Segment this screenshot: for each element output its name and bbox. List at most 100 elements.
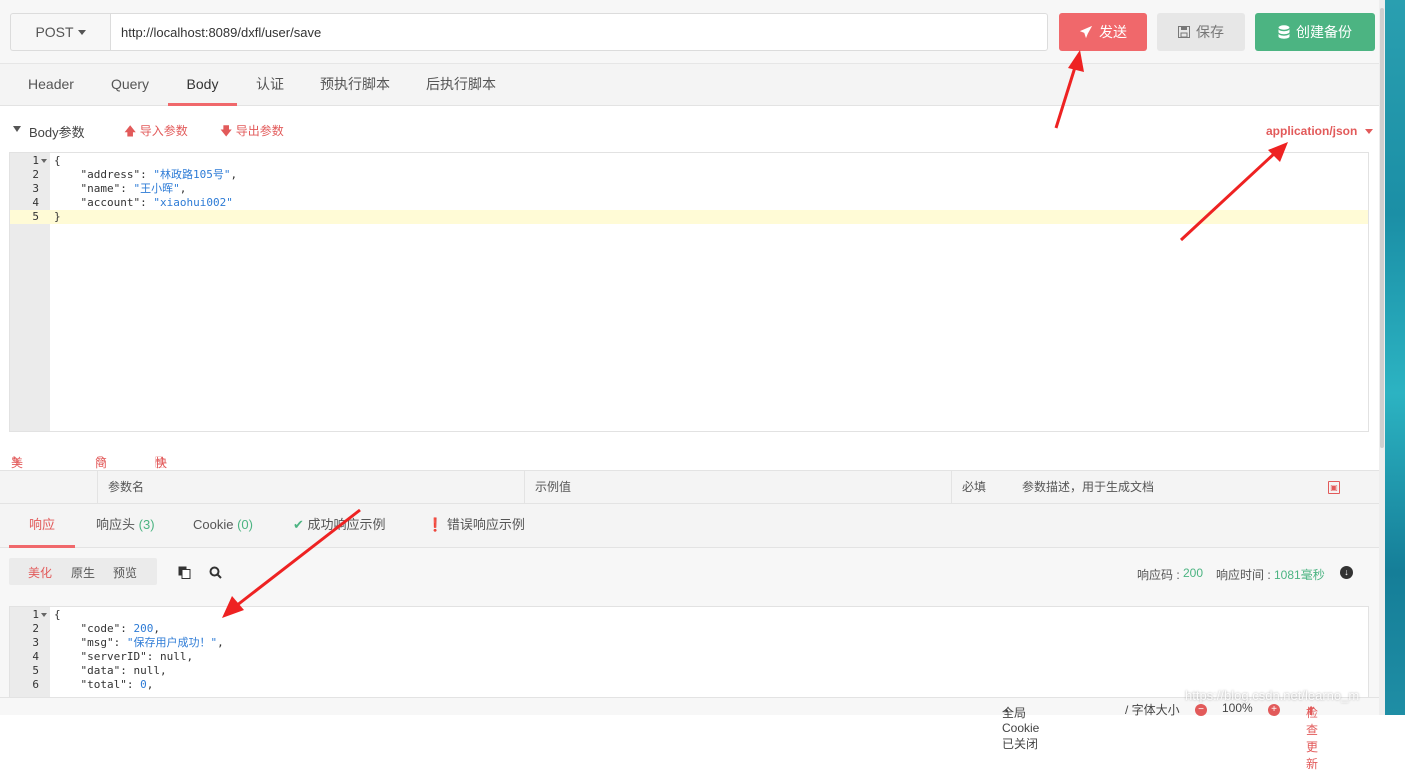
- paper-plane-icon: [1079, 25, 1093, 39]
- json-key: "serverID": [80, 650, 147, 663]
- code-line: 3 "name": "王小晖",: [10, 182, 1368, 196]
- save-label: 保存: [1196, 24, 1224, 40]
- json-value: "林政路105号": [153, 168, 231, 181]
- error-example-label: 错误响应示例: [446, 517, 525, 532]
- json-brace: {: [54, 154, 61, 167]
- line-number: 3: [32, 636, 39, 649]
- code-text: "name": "王小晖",: [80, 182, 187, 195]
- backup-label: 创建备份: [1296, 24, 1352, 40]
- tab-auth[interactable]: 认证: [248, 64, 292, 106]
- success-example-label: 成功响应示例: [307, 517, 386, 532]
- tab-pre-script[interactable]: 预执行脚本: [312, 64, 398, 106]
- code-line: 2 "address": "林政路105号",: [10, 168, 1368, 182]
- code-text: {: [54, 154, 61, 168]
- code-text: "data": null,: [80, 664, 167, 677]
- send-button[interactable]: 发送: [1059, 13, 1147, 51]
- line-number: 1: [32, 154, 39, 167]
- json-key: "total": [80, 678, 127, 691]
- create-backup-button[interactable]: 创建备份: [1255, 13, 1375, 51]
- tab-header[interactable]: Header: [20, 64, 82, 106]
- json-key: "msg": [80, 636, 114, 649]
- headers-count: (3): [138, 517, 155, 532]
- response-toolbar: 美化 原生 预览 响应码 : 200 响应时间 : 1081毫秒 ↓: [0, 548, 1379, 606]
- required-select[interactable]: 必填 ▼: [951, 471, 1011, 526]
- tab-error-example[interactable]: ❗ 错误响应示例: [427, 504, 525, 548]
- arrow-down-icon: 🡇: [220, 124, 233, 138]
- json-value: "xiaohui002": [153, 196, 233, 209]
- code-line: 3 "msg": "保存用户成功！",: [10, 636, 1368, 650]
- line-number: 3: [32, 182, 39, 195]
- line-number: 6: [32, 678, 39, 691]
- json-brace: }: [54, 210, 61, 223]
- database-icon: [1278, 25, 1290, 39]
- code-line: 2 "code": 200,: [10, 622, 1368, 636]
- response-time-value: 1081毫秒: [1274, 568, 1325, 582]
- download-icon[interactable]: ↓: [1340, 566, 1353, 579]
- tab-query[interactable]: Query: [104, 64, 156, 106]
- content-type-select[interactable]: application/json: [1266, 124, 1373, 138]
- chevron-down-icon: [1364, 129, 1373, 135]
- collapse-icon[interactable]: [13, 126, 21, 132]
- fold-toggle-icon[interactable]: [41, 159, 47, 163]
- code-line: 4 "serverID": null,: [10, 650, 1368, 664]
- code-text: "account": "xiaohui002": [80, 196, 233, 209]
- code-text: "address": "林政路105号",: [80, 168, 238, 181]
- watermark: https://blog.csdn.net/learno_m: [1185, 688, 1360, 703]
- desktop-background: [1385, 0, 1405, 715]
- export-params-link[interactable]: 🡇 导出参数: [220, 122, 284, 143]
- json-key: "address": [80, 168, 141, 181]
- tab-response[interactable]: 响应: [9, 504, 75, 548]
- json-key: "data": [80, 664, 121, 677]
- tab-response-headers[interactable]: 响应头 (3): [96, 504, 155, 548]
- export-params-label: 导出参数: [235, 124, 284, 138]
- tab-post-script[interactable]: 后执行脚本: [418, 64, 504, 106]
- tab-body[interactable]: Body: [168, 64, 237, 106]
- json-key: "code": [80, 622, 121, 635]
- url-input[interactable]: [110, 13, 1048, 51]
- request-bar: POST 发送 保存 创建备份: [0, 0, 1379, 64]
- cookie-label: Cookie: [193, 517, 234, 532]
- view-mode-switch: 美化 原生 预览: [9, 558, 157, 585]
- api-client-window: POST 发送 保存 创建备份 Header Query Body 认证 预执行…: [0, 0, 1379, 771]
- col-param-name: 参数名: [97, 471, 525, 504]
- line-number: 4: [32, 650, 39, 663]
- line-number: 1: [32, 608, 39, 621]
- view-mode-pretty[interactable]: 美化: [28, 564, 52, 581]
- tab-cookie[interactable]: Cookie (0): [193, 504, 253, 548]
- required-label: 必填: [962, 480, 987, 494]
- copy-icon[interactable]: [178, 566, 191, 579]
- pdf-file-icon[interactable]: ▣: [1328, 481, 1340, 494]
- body-section: Body参数 🡅 导入参数 🡇 导出参数 application/json 1 {…: [0, 106, 1379, 470]
- import-params-link[interactable]: 🡅 导入参数: [124, 122, 188, 143]
- scrollbar-thumb[interactable]: [1380, 8, 1384, 448]
- check-update-label: 检查更新: [1306, 706, 1319, 771]
- search-icon[interactable]: [209, 566, 222, 579]
- code-text: "serverID": null,: [80, 650, 194, 663]
- body-toolbar: Body参数 🡅 导入参数 🡇 导出参数 application/json: [0, 106, 1379, 152]
- line-number: 2: [32, 168, 39, 181]
- plus-icon: +: [1268, 704, 1280, 716]
- json-key: "account": [80, 196, 141, 209]
- font-size-label: / 字体大小: [1125, 703, 1180, 717]
- body-code-editor[interactable]: 1{2 "address": "林政路105号", 3 "name": "王小晖"…: [9, 152, 1369, 432]
- code-text: "msg": "保存用户成功！",: [80, 636, 224, 649]
- view-mode-preview[interactable]: 预览: [113, 564, 137, 581]
- json-brace: {: [54, 608, 61, 621]
- json-value: null: [133, 664, 161, 677]
- params-table-header: 参数名 示例值 必填 ▼ 参数描述，用于生成文档 ▣: [0, 470, 1379, 526]
- save-button[interactable]: 保存: [1157, 13, 1245, 51]
- json-value: "王小晖": [133, 182, 180, 195]
- line-number: 5: [32, 210, 39, 223]
- response-code-editor[interactable]: 1{2 "code": 200, 3 "msg": "保存用户成功！", 4 "se…: [9, 606, 1369, 697]
- code-text: "code": 200,: [80, 622, 161, 635]
- fold-toggle-icon[interactable]: [41, 613, 47, 617]
- col-description: 参数描述，用于生成文档: [1022, 480, 1155, 494]
- method-select[interactable]: POST: [10, 13, 110, 51]
- floppy-disk-icon: [1178, 26, 1190, 38]
- tab-success-example[interactable]: ✔ 成功响应示例: [293, 504, 386, 548]
- headers-label: 响应头: [96, 517, 136, 532]
- json-key: "name": [80, 182, 121, 195]
- zoom-value: 100%: [1222, 701, 1253, 715]
- line-number: 5: [32, 664, 39, 677]
- view-mode-raw[interactable]: 原生: [71, 564, 95, 581]
